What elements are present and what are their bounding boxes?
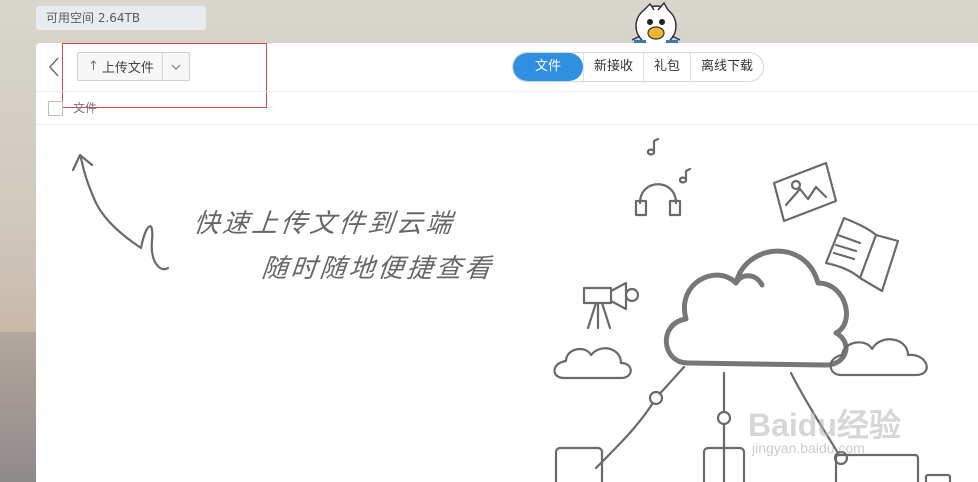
toolbar: ↑ 上传文件 文件 新接收 礼包 离线下载 [36, 43, 978, 108]
android-phone-icon [554, 446, 604, 482]
tab-files[interactable]: 文件 [513, 53, 584, 81]
upload-dropdown-button[interactable] [163, 53, 189, 80]
background-landscape [0, 332, 40, 482]
empty-state-line2: 随时随地便捷查看 [260, 254, 496, 284]
chevron-down-icon [171, 64, 181, 70]
mascot-icon [631, 1, 681, 47]
small-cloud-left [553, 347, 632, 380]
music-note-icon [646, 137, 660, 156]
tab-offline-download[interactable]: 离线下载 [690, 53, 763, 81]
available-space: 可用空间 2.64TB [36, 6, 206, 30]
headphones-icon [634, 183, 682, 217]
upload-arrow-icon: ↑ [88, 59, 99, 74]
laptop-icon [834, 453, 920, 482]
empty-state-line1: 快速上传文件到云端 [192, 209, 457, 239]
tab-bar: 文件 新接收 礼包 离线下载 [512, 52, 765, 82]
curly-arrow-icon [71, 153, 170, 271]
picture-frame-icon [772, 161, 838, 223]
video-camera-icon [582, 281, 628, 330]
upload-file-button[interactable]: ↑ 上传文件 [78, 53, 163, 80]
column-label-files: 文件 [73, 101, 98, 115]
select-all-checkbox[interactable] [48, 101, 63, 116]
watermark-url: jingyan.baidu.com [752, 440, 865, 456]
tab-new-received[interactable]: 新接收 [583, 53, 643, 81]
upload-button-group: ↑ 上传文件 [77, 52, 190, 81]
tab-gift-pack[interactable]: 礼包 [643, 53, 690, 81]
cloud-icon [663, 248, 849, 368]
upload-file-label: 上传文件 [101, 61, 154, 76]
file-list-header: 文件 [36, 91, 978, 125]
back-arrow-icon[interactable] [44, 55, 64, 79]
